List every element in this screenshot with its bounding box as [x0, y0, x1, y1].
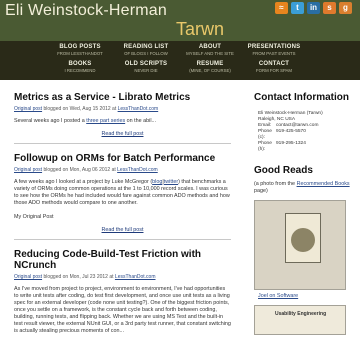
- post-meta: Original post blogged on Mon, Jul 23 201…: [14, 274, 231, 280]
- post-item: Reducing Code-Build-Test Friction with N…: [14, 249, 231, 335]
- read-full-post-link[interactable]: Read the full post: [14, 227, 231, 233]
- nav-books[interactable]: BOOKS I RECOMMEND: [44, 61, 116, 73]
- nav-sublabel: I RECOMMEND: [64, 68, 96, 73]
- nav-sublabel: MYSELF AND THE SITE: [186, 51, 234, 56]
- good-reads-description: (a photo from the Recommended Books page…: [254, 181, 360, 195]
- reads-text: page): [254, 188, 268, 194]
- twitter-icon[interactable]: t: [291, 2, 304, 14]
- good-reads-heading: Good Reads: [254, 165, 313, 176]
- nav-label: READING LIST: [123, 44, 169, 50]
- source-site-link[interactable]: LessThanDot.com: [115, 274, 156, 280]
- post-title[interactable]: Followup on ORMs for Batch Performance: [14, 153, 231, 164]
- linkedin-icon[interactable]: in: [307, 2, 320, 14]
- post-item: Metrics as a Service - Librato Metrics O…: [14, 92, 231, 137]
- nav-presentations[interactable]: PRESENTATIONS FROM PAST EVENTS: [238, 44, 310, 56]
- original-post-link[interactable]: Original post: [14, 106, 42, 112]
- contact-key: Phone (c):: [258, 129, 272, 140]
- main-nav: BLOG POSTS FROM LESSTHANDOT READING LIST…: [0, 41, 360, 80]
- post-title[interactable]: Reducing Code-Build-Test Friction with N…: [14, 249, 231, 271]
- nav-sublabel: FROM LESSTHANDOT: [57, 51, 103, 56]
- site-subtitle: Tarwn: [176, 19, 225, 39]
- nav-sublabel: (MINE, OF COURSE): [189, 68, 231, 73]
- contact-phone-row: Phone (c): 919-425-5570: [258, 129, 360, 141]
- book-caption-link[interactable]: Joel on Software: [258, 293, 360, 299]
- nav-resume[interactable]: RESUME (MINE, OF COURSE): [174, 61, 246, 73]
- book-cover: [285, 213, 321, 263]
- nav-label: PRESENTATIONS: [247, 44, 301, 50]
- site-header: Eli Weinstock-Herman Tarwn ≈ t in s g: [0, 0, 360, 41]
- contact-phone-cell: 919-425-5570: [276, 129, 306, 134]
- excerpt-link[interactable]: three part series: [86, 118, 125, 124]
- sidebar: Contact Information Eli Weinstock-Herman…: [254, 80, 360, 360]
- nav-sublabel: FROM PAST EVENTS: [252, 51, 296, 56]
- contact-phone-home: 919-295-1324: [276, 141, 306, 146]
- post-date-text: blogged on Wed, Aug 15 2012 at: [42, 106, 118, 112]
- source-site-link[interactable]: LessThanDot.com: [118, 106, 159, 112]
- book-photo[interactable]: Usability Engineering: [254, 305, 346, 335]
- read-full-post-link[interactable]: Read the full post: [14, 131, 231, 137]
- post-date-text: blogged on Mon, Aug 06 2012 at: [42, 167, 118, 173]
- post-item: Followup on ORMs for Batch Performance O…: [14, 153, 231, 233]
- stackoverflow-icon[interactable]: s: [323, 2, 336, 14]
- nav-sublabel: NEVER DIE: [134, 68, 158, 73]
- excerpt-text: on the abil...: [125, 118, 157, 124]
- original-post-link[interactable]: Original post: [14, 167, 42, 173]
- nav-sublabel: FORM FOR SPAM: [256, 68, 292, 73]
- github-icon[interactable]: g: [339, 2, 352, 14]
- post-excerpt: A few weeks ago I looked at a project by…: [14, 179, 231, 207]
- excerpt-text: A few weeks ago I looked at a project by…: [14, 179, 153, 185]
- nav-label: BOOKS: [68, 61, 92, 67]
- nav-label: RESUME: [196, 61, 224, 67]
- post-excerpt: Several weeks ago I posted a three part …: [14, 118, 231, 125]
- excerpt-text: Several weeks ago I posted a: [14, 118, 87, 124]
- post-list: Metrics as a Service - Librato Metrics O…: [0, 80, 245, 360]
- nav-label: BLOG POSTS: [59, 44, 101, 50]
- post-meta: Original post blogged on Wed, Aug 15 201…: [14, 106, 231, 112]
- nav-contact[interactable]: CONTACT FORM FOR SPAM: [238, 61, 310, 73]
- site-title[interactable]: Eli Weinstock-Herman: [5, 2, 167, 20]
- source-site-link[interactable]: LessThanDot.com: [117, 167, 158, 173]
- nav-sublabel: OF BLOGS I FOLLOW: [124, 51, 168, 56]
- nav-about[interactable]: ABOUT MYSELF AND THE SITE: [174, 44, 246, 56]
- twitter-link[interactable]: twitter: [164, 179, 178, 185]
- book-title: Usability Engineering: [275, 311, 327, 317]
- nav-label: OLD SCRIPTS: [124, 61, 168, 67]
- original-post-link[interactable]: Original post: [14, 274, 42, 280]
- post-excerpt: As I've moved from project to project, e…: [14, 286, 231, 334]
- nav-label: ABOUT: [198, 44, 222, 50]
- post-divider: [14, 143, 231, 144]
- contact-info: Eli Weinstock-Herman (Tarwn) Raleigh, NC…: [254, 111, 360, 153]
- post-title[interactable]: Metrics as a Service - Librato Metrics: [14, 92, 231, 103]
- book-photo[interactable]: [254, 200, 346, 290]
- contact-heading: Contact Information: [254, 92, 349, 103]
- nav-label: CONTACT: [258, 61, 290, 67]
- contact-key: Phone (h):: [258, 141, 272, 152]
- contact-phone-row: Phone (h): 919-295-1324: [258, 141, 360, 153]
- nav-reading-list[interactable]: READING LIST OF BLOGS I FOLLOW: [110, 44, 182, 56]
- book-cover-art: [291, 228, 315, 252]
- rss-icon[interactable]: ≈: [275, 2, 288, 14]
- reads-text: (a photo from the: [254, 181, 297, 187]
- post-meta: Original post blogged on Mon, Aug 06 201…: [14, 167, 231, 173]
- post-divider: [14, 239, 231, 240]
- nav-blog-posts[interactable]: BLOG POSTS FROM LESSTHANDOT: [44, 44, 116, 56]
- blog-link[interactable]: blog: [152, 179, 162, 185]
- post-date-text: blogged on Mon, Jul 23 2012 at: [42, 274, 115, 280]
- original-post-label: My Original Post: [14, 214, 54, 220]
- nav-old-scripts[interactable]: OLD SCRIPTS NEVER DIE: [110, 61, 182, 73]
- recommended-books-link[interactable]: Recommended Books: [297, 181, 350, 187]
